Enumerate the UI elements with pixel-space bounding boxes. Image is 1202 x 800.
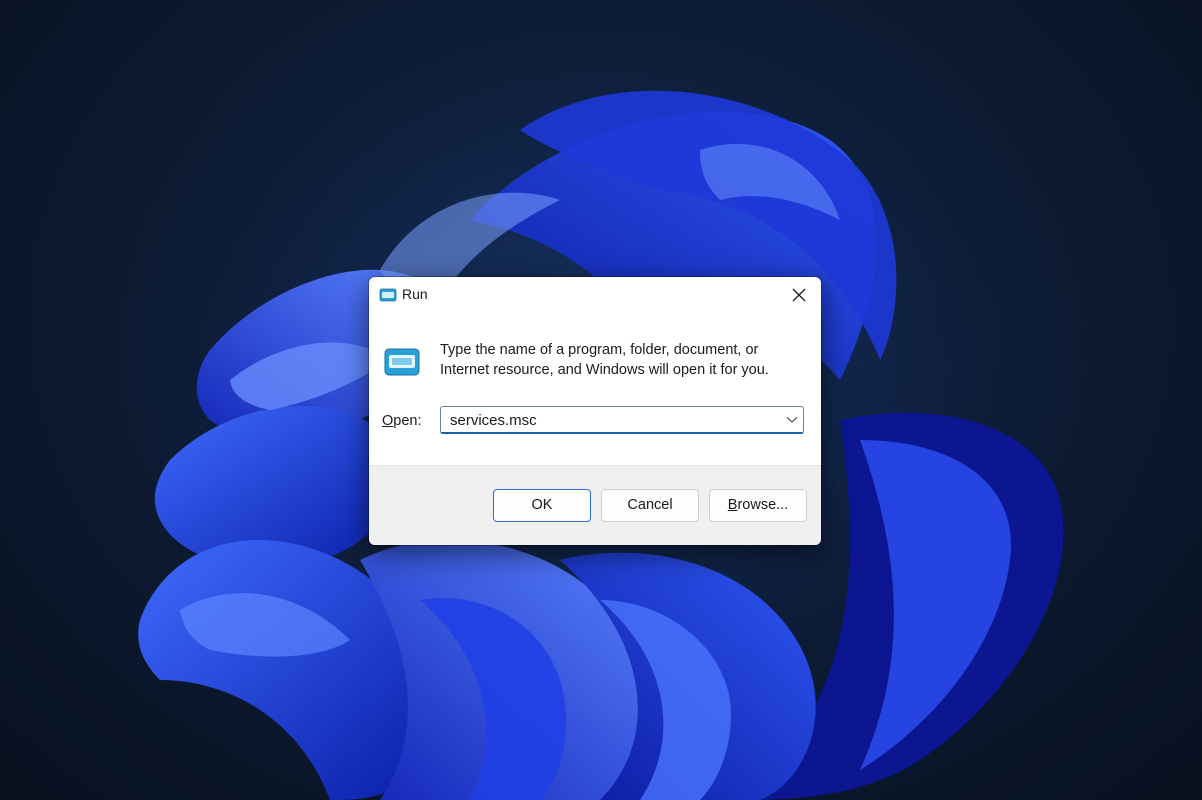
close-button[interactable] [775,277,821,313]
instruction-text: Type the name of a program, folder, docu… [440,342,769,378]
open-label: Open: [382,413,422,429]
open-combobox[interactable]: services.msc [440,406,804,434]
cancel-button[interactable]: Cancel [601,489,699,522]
browse-button[interactable]: Browse... [709,489,807,522]
button-bar: OK Cancel Browse... [369,465,821,545]
run-dialog: Run Type the name of a program, folder, … [369,277,821,545]
run-icon [379,288,397,302]
ok-button[interactable]: OK [493,489,591,522]
chevron-down-icon[interactable] [786,416,798,424]
run-icon [384,348,420,376]
open-input[interactable]: services.msc [450,412,537,429]
dialog-title: Run [402,286,428,302]
title-bar[interactable]: Run [369,277,821,313]
close-icon [792,288,806,302]
